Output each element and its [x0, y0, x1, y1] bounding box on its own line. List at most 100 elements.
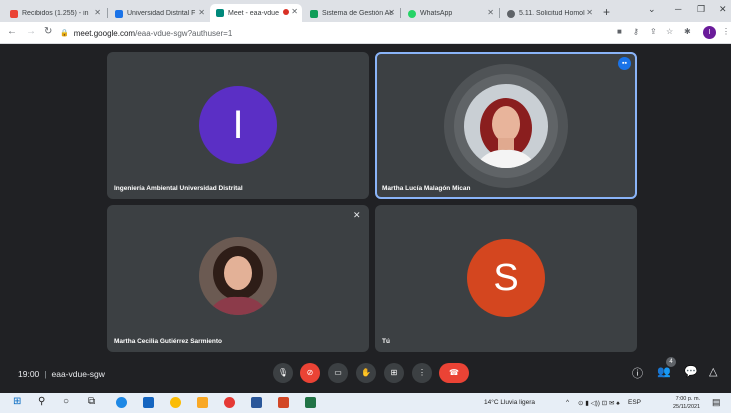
forward-icon[interactable]: →: [26, 26, 36, 37]
participant-name: Tú: [382, 338, 390, 345]
meeting-info: 19:00 | eaa-vdue-sgw: [18, 369, 105, 379]
hand-icon: ✋: [361, 368, 371, 377]
close-icon[interactable]: ✕: [586, 8, 593, 17]
weather-text[interactable]: 14°C Lluvia ligera: [484, 399, 535, 406]
leave-call-button[interactable]: ☎: [439, 363, 469, 383]
clock-time: 7:00 p. m.: [675, 396, 701, 402]
site-icon: [115, 9, 123, 18]
recording-dot-icon: [283, 9, 289, 15]
close-icon[interactable]: ✕: [487, 8, 494, 17]
language-indicator[interactable]: ESP: [628, 399, 641, 406]
meeting-code: eaa-vdue-sgw: [51, 369, 105, 379]
tab-meet[interactable]: Meet - eaa-vdue ✕: [210, 4, 302, 22]
browser-tab-strip: Recibidos (1.255) - in ✕ Universidad Dis…: [0, 0, 731, 22]
meet-icon: [216, 9, 224, 17]
maximize-icon[interactable]: ❐: [697, 4, 705, 15]
participant-name: Martha Cecilia Gutiérrez Sarmiento: [114, 338, 223, 345]
edge-icon[interactable]: [116, 397, 127, 408]
file-explorer-icon[interactable]: [197, 397, 208, 408]
taskbar-clock[interactable]: 7:00 p. m. 25/11/2021: [673, 395, 700, 411]
microphone-button[interactable]: 🎙: [273, 363, 293, 383]
participant-name: Martha Lucía Malagón Mican: [382, 185, 471, 192]
tab-gmail[interactable]: Recibidos (1.255) - in ✕: [4, 5, 105, 22]
close-icon[interactable]: ✕: [388, 8, 395, 17]
profile-avatar[interactable]: I: [703, 26, 716, 39]
close-icon[interactable]: ✕: [291, 7, 298, 16]
gmail-icon: [10, 9, 18, 18]
notifications-icon[interactable]: ▤: [712, 397, 721, 408]
camera-off-button[interactable]: ⊘: [300, 363, 320, 383]
mic-off-icon: ✕: [353, 210, 361, 220]
menu-dots-icon[interactable]: ⋮: [722, 27, 730, 36]
bookmark-star-icon[interactable]: ☆: [666, 27, 673, 36]
share-icon[interactable]: ⇪: [650, 27, 657, 36]
app-icon[interactable]: [224, 397, 235, 408]
present-icon: ⊞: [390, 368, 398, 377]
app-icon[interactable]: [143, 397, 154, 408]
minimize-icon[interactable]: ─: [675, 4, 681, 14]
tray-icons[interactable]: ⊙ ▮ ◁)) ⊡ ✉ ♠: [578, 399, 620, 407]
activities-icon[interactable]: △: [709, 365, 717, 378]
task-view-icon[interactable]: ⧉: [88, 396, 95, 407]
close-window-icon[interactable]: ✕: [719, 4, 727, 15]
close-icon[interactable]: ✕: [94, 8, 101, 17]
info-icon[interactable]: ⓘ: [632, 365, 643, 381]
whatsapp-icon: [408, 9, 416, 18]
mic-icon: 🎙: [277, 368, 289, 377]
screen: Recibidos (1.255) - in ✕ Universidad Dis…: [0, 0, 731, 413]
more-vert-icon: ⋮: [418, 368, 426, 377]
tab-whatsapp[interactable]: WhatsApp ✕: [402, 5, 498, 22]
site-icon: [310, 9, 318, 18]
camera-in-use-icon[interactable]: ■: [617, 27, 622, 36]
self-tile[interactable]: S Tú: [375, 205, 637, 352]
raise-hand-button[interactable]: ✋: [356, 363, 376, 383]
search-icon[interactable]: ⚲: [38, 396, 45, 407]
participant-tile[interactable]: I Ingeniería Ambiental Universidad Distr…: [107, 52, 369, 199]
lock-icon: 🔒: [60, 30, 69, 37]
tab-solicitud[interactable]: 5.11. Solicitud Homol ✕: [501, 5, 597, 22]
more-options-button[interactable]: ⋮: [412, 363, 432, 383]
browser-toolbar: ← → ↻ 🔒 meet.google.com/eaa-vdue-sgw?aut…: [0, 22, 731, 44]
tab-label: Recibidos (1.255) - in: [22, 10, 89, 17]
chat-icon[interactable]: 💬: [684, 365, 698, 378]
key-icon[interactable]: ⚷: [633, 27, 639, 36]
word-icon[interactable]: [251, 397, 262, 408]
extensions-icon[interactable]: ✱: [684, 27, 691, 36]
tab-label: 5.11. Solicitud Homol: [519, 10, 585, 17]
captions-icon: ▭: [334, 368, 342, 377]
participant-tile[interactable]: ✕ Martha Cecilia Gutiérrez Sarmiento: [107, 205, 369, 352]
tab-label: Meet - eaa-vdue: [228, 9, 279, 17]
reload-icon[interactable]: ↻: [44, 26, 52, 37]
tab-label: WhatsApp: [420, 10, 453, 17]
back-icon[interactable]: ←: [7, 26, 17, 37]
tab-label: Universidad Distrital F: [127, 10, 196, 17]
participant-photo: [464, 84, 548, 168]
meet-stage: I Ingeniería Ambiental Universidad Distr…: [0, 44, 731, 393]
participant-photo: [199, 237, 277, 315]
new-tab-icon[interactable]: +: [603, 5, 610, 19]
tab-sistema-gestion[interactable]: Sistema de Gestión Ac ✕: [304, 5, 399, 22]
tab-universidad[interactable]: Universidad Distrital F ✕: [109, 5, 209, 22]
tab-label: Sistema de Gestión Ac: [322, 10, 393, 17]
people-icon[interactable]: 👥: [657, 365, 671, 378]
meeting-time: 19:00: [18, 369, 40, 379]
camera-off-icon: ⊘: [306, 368, 314, 377]
participant-name: Ingeniería Ambiental Universidad Distrit…: [114, 185, 243, 192]
close-icon[interactable]: ✕: [198, 8, 205, 17]
excel-icon[interactable]: [305, 397, 316, 408]
chrome-icon[interactable]: [170, 397, 181, 408]
clock-date: 25/11/2021: [673, 404, 701, 410]
tab-search-icon[interactable]: ⌄: [648, 4, 656, 15]
address-bar[interactable]: 🔒 meet.google.com/eaa-vdue-sgw?authuser=…: [60, 25, 600, 41]
url-text: meet.google.com/eaa-vdue-sgw?authuser=1: [73, 28, 233, 38]
present-screen-button[interactable]: ⊞: [384, 363, 404, 383]
participant-tile-speaking[interactable]: ▪▪ Martha Lucía Malagón Mican: [375, 52, 637, 199]
chevron-up-icon[interactable]: ^: [566, 399, 569, 406]
powerpoint-icon[interactable]: [278, 397, 289, 408]
phone-hangup-icon: ☎: [449, 368, 459, 377]
cortana-icon[interactable]: ○: [63, 396, 69, 407]
site-icon: [507, 9, 515, 18]
avatar: I: [199, 86, 277, 164]
windows-start-icon[interactable]: ⊞: [13, 396, 21, 407]
captions-button[interactable]: ▭: [328, 363, 348, 383]
